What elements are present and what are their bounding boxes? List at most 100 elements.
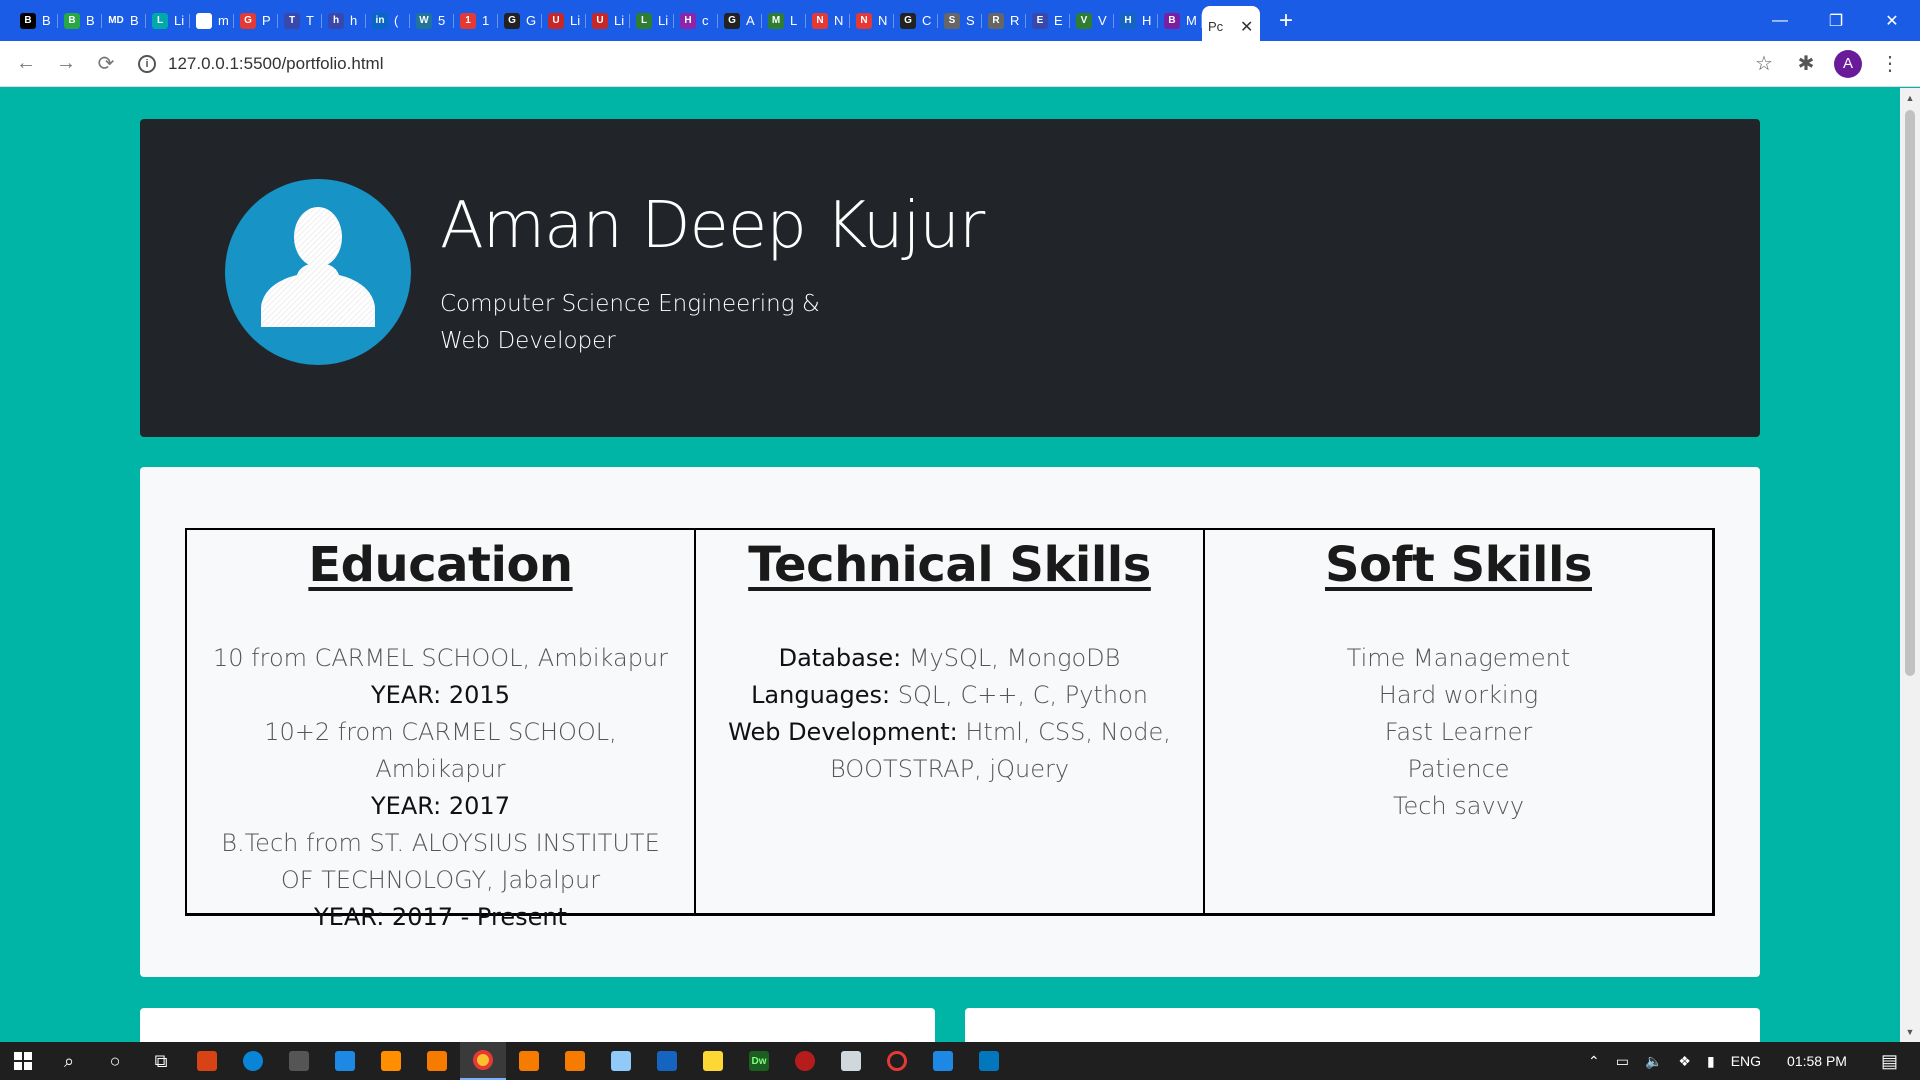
tab-label: Li: [614, 13, 625, 28]
browser-tab[interactable]: U Li: [542, 6, 586, 35]
browser-tab[interactable]: GP: [234, 6, 278, 35]
close-window-button[interactable]: ✕: [1864, 0, 1920, 41]
hero-jumbotron: Aman Deep Kujur Computer Science Enginee…: [140, 119, 1760, 437]
app-paint-icon[interactable]: [184, 1042, 230, 1080]
notifications-icon[interactable]: ▤: [1881, 1051, 1898, 1072]
scroll-up-icon[interactable]: ▲: [1900, 90, 1920, 106]
profile-button[interactable]: A: [1830, 46, 1866, 82]
browser-tab[interactable]: RR: [982, 6, 1026, 35]
browser-tab[interactable]: BB: [58, 6, 102, 35]
back-button[interactable]: ←: [6, 44, 46, 84]
app-xampp-icon[interactable]: [414, 1042, 460, 1080]
tab-label: S: [966, 13, 975, 28]
app-edge-icon[interactable]: [230, 1042, 276, 1080]
app-document-icon[interactable]: [828, 1042, 874, 1080]
browser-tab[interactable]: Hc: [674, 6, 718, 35]
minimize-button[interactable]: —: [1752, 0, 1808, 41]
browser-tab[interactable]: BB: [14, 6, 58, 35]
address-bar[interactable]: i 127.0.0.1:5500/portfolio.html: [134, 46, 1738, 81]
start-windows-icon[interactable]: [0, 1042, 46, 1080]
browser-tab[interactable]: EE: [1026, 6, 1070, 35]
language-indicator[interactable]: ENG: [1731, 1053, 1761, 1069]
app-chrome-icon[interactable]: [460, 1042, 506, 1080]
browser-tab[interactable]: VV: [1070, 6, 1114, 35]
clock[interactable]: 01:58 PM: [1787, 1053, 1847, 1069]
menu-kebab-icon[interactable]: ⋮: [1872, 46, 1908, 82]
app-dreamweaver-icon[interactable]: Dw: [736, 1042, 782, 1080]
app-notepad-icon[interactable]: [598, 1042, 644, 1080]
browser-tab[interactable]: hh: [322, 6, 366, 35]
tab-favicon-icon: M: [768, 12, 784, 29]
network-icon[interactable]: ▮: [1707, 1053, 1715, 1070]
close-tab-icon[interactable]: ✕: [1240, 17, 1253, 37]
tab-favicon-icon: L: [636, 12, 652, 29]
technical-skills-list: Database: MySQL, MongoDB Languages: SQL, …: [696, 640, 1203, 788]
app-file-explorer-icon[interactable]: [690, 1042, 736, 1080]
window-controls: — ❐ ✕: [1752, 0, 1920, 41]
skill-category-label: Web Development:: [728, 718, 958, 746]
tab-label: E: [1054, 13, 1063, 28]
app-mail-icon[interactable]: [322, 1042, 368, 1080]
app-editor-icon[interactable]: [644, 1042, 690, 1080]
browser-tab[interactable]: L Li: [146, 6, 190, 35]
browser-tab[interactable]: L Li: [630, 6, 674, 35]
volume-icon[interactable]: 🔈: [1645, 1053, 1662, 1070]
tab-label: G: [526, 13, 537, 28]
task-view-icon[interactable]: ⧉: [138, 1042, 184, 1080]
battery-icon[interactable]: ▭: [1616, 1053, 1629, 1070]
tab-favicon-icon: G: [724, 12, 740, 29]
site-info-icon[interactable]: i: [138, 54, 156, 73]
app-vscode-icon[interactable]: [966, 1042, 1012, 1080]
browser-tab[interactable]: TT: [278, 6, 322, 35]
browser-tab[interactable]: ML: [762, 6, 806, 35]
app-vlc-icon[interactable]: [368, 1042, 414, 1080]
browser-tab[interactable]: U Li: [586, 6, 630, 35]
browser-tab[interactable]: HH: [1114, 6, 1158, 35]
app-xampp3-icon[interactable]: [552, 1042, 598, 1080]
scrollbar-thumb[interactable]: [1905, 110, 1915, 676]
cortana-icon[interactable]: ○: [92, 1042, 138, 1080]
browser-tab[interactable]: in (: [366, 6, 410, 35]
dropbox-icon[interactable]: ❖: [1678, 1053, 1691, 1070]
reload-button[interactable]: ⟳: [86, 44, 126, 84]
tray-chevron-icon[interactable]: ⌃: [1588, 1053, 1600, 1070]
technical-skill-item: Languages: SQL, C++, C, Python: [721, 677, 1178, 714]
browser-tab[interactable]: Gm: [190, 6, 234, 35]
app-opera-icon[interactable]: [874, 1042, 920, 1080]
tab-label: (: [394, 13, 399, 28]
browser-tab[interactable]: GC: [894, 6, 938, 35]
new-tab-button[interactable]: +: [1274, 7, 1298, 35]
app-store-icon[interactable]: [276, 1042, 322, 1080]
app-word-icon[interactable]: [920, 1042, 966, 1080]
scroll-down-icon[interactable]: ▼: [1900, 1024, 1920, 1040]
tab-favicon-icon: V: [1076, 12, 1092, 29]
education-entry: 10+2 from CARMEL SCHOOL, Ambikapur: [264, 718, 617, 783]
technical-skills-column: Technical Skills Database: MySQL, MongoD…: [696, 530, 1205, 913]
browser-tab[interactable]: W5: [410, 6, 454, 35]
browser-tab[interactable]: BM: [1158, 6, 1202, 35]
tab-label: B: [130, 13, 139, 28]
app-red-icon[interactable]: [782, 1042, 828, 1080]
extensions-icon[interactable]: ✱: [1788, 46, 1824, 82]
browser-tab[interactable]: NN: [850, 6, 894, 35]
restore-button[interactable]: ❐: [1808, 0, 1864, 41]
browser-tab[interactable]: MD B: [102, 6, 146, 35]
soft-skill-item: Tech savvy: [1392, 792, 1525, 820]
bookmark-star-icon[interactable]: ☆: [1746, 46, 1782, 82]
browser-tab[interactable]: NN: [806, 6, 850, 35]
page-scrollbar[interactable]: ▲ ▼: [1900, 88, 1920, 1042]
tab-favicon-icon: U: [548, 12, 564, 29]
app-xampp2-icon[interactable]: [506, 1042, 552, 1080]
forward-button[interactable]: →: [46, 44, 86, 84]
browser-tab[interactable]: GG: [498, 6, 542, 35]
tab-favicon-icon: H: [1120, 12, 1136, 29]
browser-tab[interactable]: 11: [454, 6, 498, 35]
soft-skill-item: Time Management: [1346, 644, 1571, 672]
tab-label: C: [922, 13, 932, 28]
browser-tab[interactable]: GA: [718, 6, 762, 35]
browser-tab[interactable]: SS: [938, 6, 982, 35]
search-icon[interactable]: ⌕: [46, 1042, 92, 1080]
tab-favicon-icon: B: [1164, 12, 1180, 29]
tab-label: N: [834, 13, 844, 28]
education-heading: Education: [308, 537, 573, 593]
